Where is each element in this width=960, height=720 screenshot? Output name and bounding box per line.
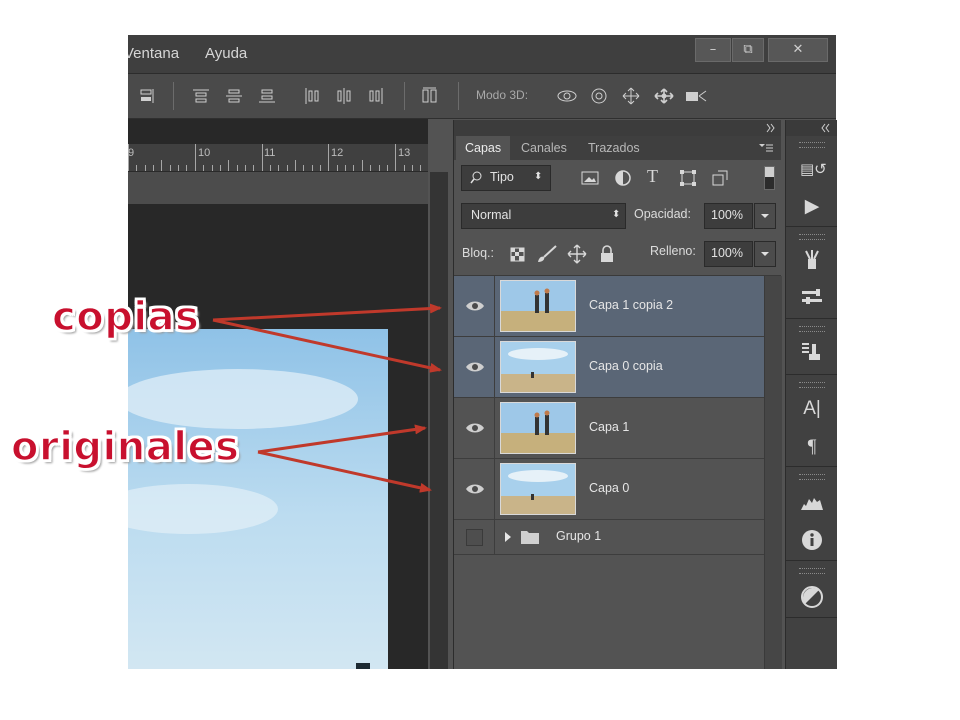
annotation-arrows (212, 303, 442, 493)
annotation-copias: copias (51, 293, 200, 341)
annotation-originales: originales (10, 423, 240, 471)
arrow-originales-2 (257, 450, 432, 493)
arrow-originales-1 (257, 424, 427, 454)
arrow-copias-2 (212, 318, 442, 373)
arrow-copias-1 (212, 303, 442, 322)
